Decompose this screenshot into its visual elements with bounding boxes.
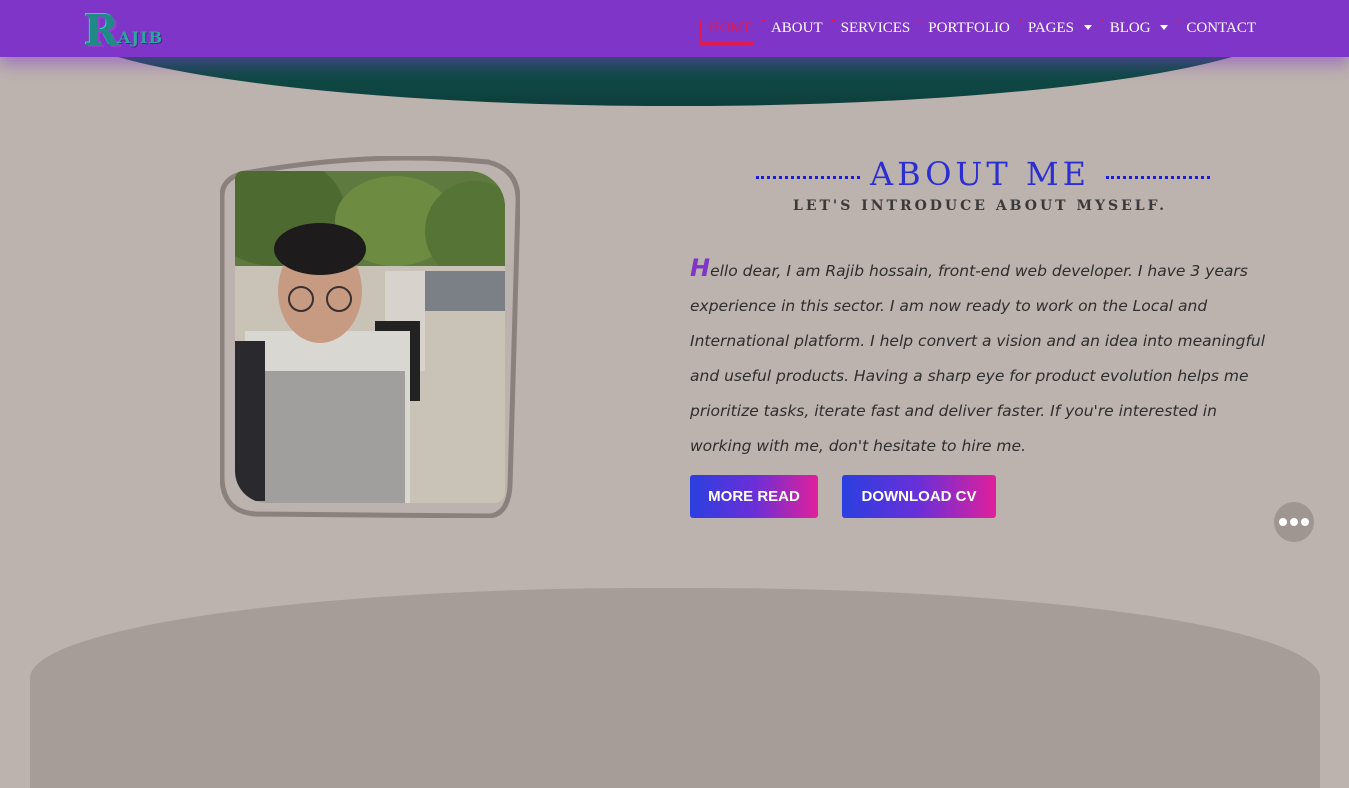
more-dots-icon[interactable] (1274, 502, 1314, 542)
fab-dot (1279, 518, 1287, 526)
main-nav: HOME ABOUT SERVICES PORTFOLIO PAGES BLOG… (691, 19, 1256, 45)
more-read-button[interactable]: MORE READ (690, 475, 818, 518)
nav-item-portfolio[interactable]: PORTFOLIO (919, 19, 1010, 45)
about-subtitle: LET'S INTRODUCE ABOUT MYSELF. (792, 198, 1167, 214)
about-paragraph-text: ello dear, I am Rajib hossain, front-end… (690, 262, 1266, 455)
nav-dot-icon (761, 19, 765, 22)
logo-text: AJIB (118, 28, 163, 47)
fab-dot (1301, 518, 1309, 526)
nav-label-pages: PAGES (1027, 20, 1075, 36)
navbar: R AJIB HOME ABOUT SERVICES PORTFOLIO PAG… (0, 0, 1349, 57)
about-title: ABOUT ME (755, 155, 1211, 193)
chevron-down-icon (1083, 25, 1092, 31)
profile-photo-image (235, 171, 505, 503)
nav-label-about: ABOUT (770, 20, 823, 36)
profile-photo (235, 171, 505, 503)
about-heading-text: ABOUT ME (869, 155, 1091, 193)
nav-label-home: HOME (708, 20, 753, 36)
heading-right-dotted-line (1106, 176, 1211, 179)
nav-item-pages[interactable]: PAGES (1018, 19, 1092, 45)
nav-dot-icon (831, 19, 835, 22)
nav-item-home[interactable]: HOME (699, 19, 754, 45)
nav-label-contact: CONTACT (1186, 20, 1256, 36)
site-logo[interactable]: R AJIB (80, 6, 184, 55)
nav-dot-icon (1177, 19, 1181, 22)
chevron-down-icon (1160, 25, 1169, 31)
nav-item-services[interactable]: SERVICES (831, 19, 911, 45)
fab-dot (1290, 518, 1298, 526)
nav-item-blog[interactable]: BLOG (1100, 19, 1169, 45)
heading-left-dotted-line (755, 176, 860, 179)
nav-label-portfolio: PORTFOLIO (928, 20, 1010, 36)
profile-photo-frame (220, 156, 520, 518)
nav-item-contact[interactable]: CONTACT (1177, 19, 1256, 45)
nav-dot-icon (1100, 19, 1104, 22)
logo-initial: R (84, 6, 119, 55)
nav-dot-icon (919, 19, 923, 22)
download-cv-button[interactable]: DOWNLOAD CV (842, 475, 996, 518)
nav-item-about[interactable]: ABOUT (761, 19, 823, 45)
about-dropcap: H (690, 254, 711, 282)
nav-label-blog: BLOG (1109, 20, 1151, 36)
nav-dot-icon (1018, 19, 1022, 22)
bottom-section-arc (30, 588, 1320, 788)
about-paragraph: Hello dear, I am Rajib hossain, front-en… (690, 251, 1275, 464)
nav-label-services: SERVICES (840, 20, 911, 36)
about-heading: ABOUT ME (755, 155, 1211, 193)
